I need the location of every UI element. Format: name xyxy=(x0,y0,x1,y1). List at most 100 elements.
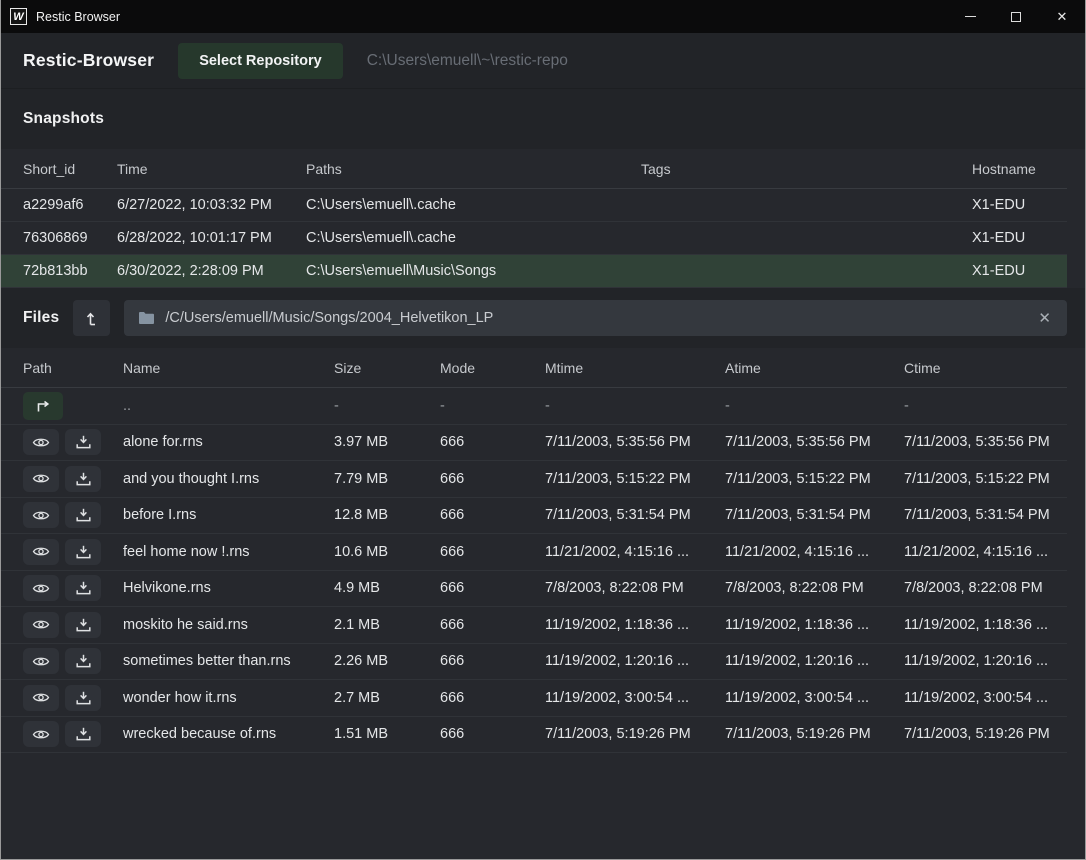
file-atime: 11/19/2002, 1:20:16 ... xyxy=(725,653,904,669)
file-atime: 7/11/2003, 5:35:56 PM xyxy=(725,434,904,450)
preview-file-button[interactable] xyxy=(23,685,59,711)
app-header: Restic-Browser Select Repository C:\User… xyxy=(1,33,1085,88)
preview-file-button[interactable] xyxy=(23,429,59,455)
file-name: .. xyxy=(123,398,334,414)
app-window: W Restic Browser ✕ Restic-Browser Select… xyxy=(0,0,1086,860)
snapshot-paths: C:\Users\emuell\.cache xyxy=(306,230,641,246)
download-icon xyxy=(76,545,91,559)
folder-icon xyxy=(138,311,155,325)
go-parent-button[interactable] xyxy=(23,392,63,420)
download-file-button[interactable] xyxy=(65,539,101,565)
snapshot-time: 6/28/2022, 10:01:17 PM xyxy=(117,230,306,246)
preview-file-button[interactable] xyxy=(23,502,59,528)
file-atime: 11/19/2002, 1:18:36 ... xyxy=(725,617,904,633)
file-atime: 7/8/2003, 8:22:08 PM xyxy=(725,580,904,596)
snapshot-row[interactable]: 72b813bb 6/30/2022, 2:28:09 PM C:\Users\… xyxy=(1,255,1067,288)
select-repository-button[interactable]: Select Repository xyxy=(178,43,343,79)
maximize-button[interactable] xyxy=(993,0,1039,33)
file-row[interactable]: Helvikone.rns 4.9 MB 666 7/8/2003, 8:22:… xyxy=(1,571,1067,608)
download-file-button[interactable] xyxy=(65,648,101,674)
column-header-mtime: Mtime xyxy=(545,360,725,376)
file-name: moskito he said.rns xyxy=(123,617,334,633)
download-file-button[interactable] xyxy=(65,466,101,492)
minimize-button[interactable] xyxy=(947,0,993,33)
preview-file-button[interactable] xyxy=(23,466,59,492)
file-row[interactable]: wonder how it.rns 2.7 MB 666 11/19/2002,… xyxy=(1,680,1067,717)
file-size: 1.51 MB xyxy=(334,726,440,742)
wails-logo-icon: W xyxy=(10,8,27,25)
column-header-tags: Tags xyxy=(641,161,972,177)
snapshot-row[interactable]: a2299af6 6/27/2022, 10:03:32 PM C:\Users… xyxy=(1,189,1067,222)
file-mode: 666 xyxy=(440,507,545,523)
preview-file-button[interactable] xyxy=(23,721,59,747)
files-section-header: Files /C/Users/emuell/Music/Songs/2004_H… xyxy=(1,288,1085,348)
path-input[interactable]: /C/Users/emuell/Music/Songs/2004_Helveti… xyxy=(124,300,1067,336)
file-atime: 7/11/2003, 5:15:22 PM xyxy=(725,471,904,487)
parent-directory-row[interactable]: .. - - - - - xyxy=(1,388,1067,425)
files-table: Path Name Size Mode Mtime Atime Ctime xyxy=(1,348,1085,753)
snapshots-table: Short_id Time Paths Tags Hostname a2299a… xyxy=(1,149,1085,288)
file-mode: 666 xyxy=(440,653,545,669)
repository-path: C:\Users\emuell\~\restic-repo xyxy=(367,52,568,70)
file-row[interactable]: and you thought I.rns 7.79 MB 666 7/11/2… xyxy=(1,461,1067,498)
file-mtime: 11/21/2002, 4:15:16 ... xyxy=(545,544,725,560)
path-up-button[interactable] xyxy=(73,300,110,336)
download-file-button[interactable] xyxy=(65,502,101,528)
window-title: Restic Browser xyxy=(36,10,120,24)
eye-icon xyxy=(32,618,50,631)
file-mtime: 7/11/2003, 5:31:54 PM xyxy=(545,507,725,523)
file-atime: 7/11/2003, 5:31:54 PM xyxy=(725,507,904,523)
download-file-button[interactable] xyxy=(65,575,101,601)
download-icon xyxy=(76,654,91,668)
eye-icon xyxy=(32,728,50,741)
file-ctime: 7/11/2003, 5:15:22 PM xyxy=(904,471,1067,487)
file-row[interactable]: moskito he said.rns 2.1 MB 666 11/19/200… xyxy=(1,607,1067,644)
download-icon xyxy=(76,727,91,741)
file-mode: 666 xyxy=(440,434,545,450)
eye-icon xyxy=(32,509,50,522)
column-header-atime: Atime xyxy=(725,360,904,376)
file-row[interactable]: sometimes better than.rns 2.26 MB 666 11… xyxy=(1,644,1067,681)
preview-file-button[interactable] xyxy=(23,648,59,674)
file-row[interactable]: alone for.rns 3.97 MB 666 7/11/2003, 5:3… xyxy=(1,425,1067,462)
file-mtime: 7/8/2003, 8:22:08 PM xyxy=(545,580,725,596)
file-atime: 11/19/2002, 3:00:54 ... xyxy=(725,690,904,706)
file-mtime: 11/19/2002, 3:00:54 ... xyxy=(545,690,725,706)
snapshot-short-id: 72b813bb xyxy=(23,263,117,279)
file-ctime: 7/11/2003, 5:19:26 PM xyxy=(904,726,1067,742)
file-ctime: 7/11/2003, 5:31:54 PM xyxy=(904,507,1067,523)
eye-icon xyxy=(32,582,50,595)
files-table-header: Path Name Size Mode Mtime Atime Ctime xyxy=(1,348,1067,388)
column-header-size: Size xyxy=(334,360,440,376)
file-ctime: 11/19/2002, 3:00:54 ... xyxy=(904,690,1067,706)
snapshot-row[interactable]: 76306869 6/28/2022, 10:01:17 PM C:\Users… xyxy=(1,222,1067,255)
download-file-button[interactable] xyxy=(65,612,101,638)
file-ctime: - xyxy=(904,398,1067,414)
preview-file-button[interactable] xyxy=(23,575,59,601)
download-icon xyxy=(76,618,91,632)
file-mtime: - xyxy=(545,398,725,414)
download-file-button[interactable] xyxy=(65,685,101,711)
close-button[interactable]: ✕ xyxy=(1039,0,1085,33)
preview-file-button[interactable] xyxy=(23,612,59,638)
snapshots-title: Snapshots xyxy=(23,110,104,128)
preview-file-button[interactable] xyxy=(23,539,59,565)
file-row[interactable]: before I.rns 12.8 MB 666 7/11/2003, 5:31… xyxy=(1,498,1067,535)
file-size: - xyxy=(334,398,440,414)
eye-icon xyxy=(32,691,50,704)
minimize-icon xyxy=(965,16,976,17)
file-row[interactable]: feel home now !.rns 10.6 MB 666 11/21/20… xyxy=(1,534,1067,571)
up-from-bar-icon xyxy=(84,310,100,326)
snapshot-hostname: X1-EDU xyxy=(972,197,1067,213)
download-file-button[interactable] xyxy=(65,721,101,747)
download-icon xyxy=(76,508,91,522)
file-ctime: 11/19/2002, 1:18:36 ... xyxy=(904,617,1067,633)
download-file-button[interactable] xyxy=(65,429,101,455)
file-row[interactable]: wrecked because of.rns 1.51 MB 666 7/11/… xyxy=(1,717,1067,754)
snapshot-paths: C:\Users\emuell\.cache xyxy=(306,197,641,213)
file-name: feel home now !.rns xyxy=(123,544,334,560)
clear-path-icon[interactable]: ✕ xyxy=(1036,309,1053,327)
eye-icon xyxy=(32,436,50,449)
eye-icon xyxy=(32,472,50,485)
file-size: 2.7 MB xyxy=(334,690,440,706)
